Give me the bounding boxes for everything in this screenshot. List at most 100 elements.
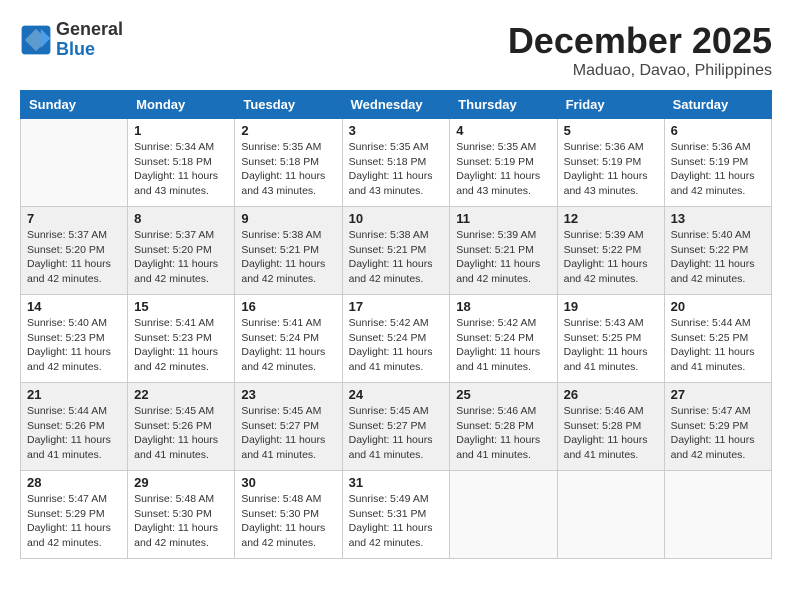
day-number: 3 <box>349 123 444 138</box>
day-number: 11 <box>456 211 550 226</box>
calendar-cell: 26Sunrise: 5:46 AMSunset: 5:28 PMDayligh… <box>557 383 664 471</box>
logo: General Blue <box>20 20 123 60</box>
calendar-cell <box>21 119 128 207</box>
cell-info: Sunrise: 5:35 AMSunset: 5:18 PMDaylight:… <box>241 140 335 199</box>
day-number: 20 <box>671 299 765 314</box>
day-header-friday: Friday <box>557 91 664 119</box>
day-number: 28 <box>27 475 121 490</box>
calendar-cell: 27Sunrise: 5:47 AMSunset: 5:29 PMDayligh… <box>664 383 771 471</box>
cell-info: Sunrise: 5:35 AMSunset: 5:19 PMDaylight:… <box>456 140 550 199</box>
calendar-cell: 12 Sunrise: 5:39 AMSunset: 5:22 PMDayligh… <box>557 207 664 295</box>
day-header-sunday: Sunday <box>21 91 128 119</box>
calendar-cell: 6Sunrise: 5:36 AMSunset: 5:19 PMDaylight… <box>664 119 771 207</box>
cell-info: Sunrise: 5:47 AMSunset: 5:29 PMDaylight:… <box>27 492 121 551</box>
calendar-cell: 20 Sunrise: 5:44 AMSunset: 5:25 PMDayligh… <box>664 295 771 383</box>
calendar-cell <box>664 471 771 559</box>
week-row-1: 1Sunrise: 5:34 AMSunset: 5:18 PMDaylight… <box>21 119 772 207</box>
day-number: 7 <box>27 211 121 226</box>
cell-info: Sunrise: 5:45 AMSunset: 5:26 PMDaylight:… <box>134 404 228 463</box>
day-number: 31 <box>349 475 444 490</box>
day-number: 22 <box>134 387 228 402</box>
calendar-cell: 23 Sunrise: 5:45 AMSunset: 5:27 PMDayligh… <box>235 383 342 471</box>
page-header: General Blue December 2025 Maduao, Davao… <box>20 20 772 80</box>
cell-info: Sunrise: 5:41 AMSunset: 5:24 PMDaylight:… <box>241 316 335 375</box>
day-number: 1 <box>134 123 228 138</box>
calendar-cell: 3Sunrise: 5:35 AMSunset: 5:18 PMDaylight… <box>342 119 450 207</box>
calendar-cell: 2 Sunrise: 5:35 AMSunset: 5:18 PMDaylight… <box>235 119 342 207</box>
day-number: 10 <box>349 211 444 226</box>
day-number: 8 <box>134 211 228 226</box>
cell-info: Sunrise: 5:42 AMSunset: 5:24 PMDaylight:… <box>456 316 550 375</box>
day-header-monday: Monday <box>128 91 235 119</box>
day-number: 17 <box>349 299 444 314</box>
day-number: 16 <box>241 299 335 314</box>
cell-info: Sunrise: 5:42 AMSunset: 5:24 PMDaylight:… <box>349 316 444 375</box>
calendar-cell: 17 Sunrise: 5:42 AMSunset: 5:24 PMDayligh… <box>342 295 450 383</box>
calendar-cell: 31 Sunrise: 5:49 AMSunset: 5:31 PMDayligh… <box>342 471 450 559</box>
day-number: 24 <box>349 387 444 402</box>
cell-info: Sunrise: 5:45 AMSunset: 5:27 PMDaylight:… <box>241 404 335 463</box>
day-header-thursday: Thursday <box>450 91 557 119</box>
cell-info: Sunrise: 5:45 AMSunset: 5:27 PMDaylight:… <box>349 404 444 463</box>
calendar-cell: 1Sunrise: 5:34 AMSunset: 5:18 PMDaylight… <box>128 119 235 207</box>
day-number: 5 <box>564 123 658 138</box>
calendar-cell: 28 Sunrise: 5:47 AMSunset: 5:29 PMDayligh… <box>21 471 128 559</box>
day-number: 4 <box>456 123 550 138</box>
title-section: December 2025 Maduao, Davao, Philippines <box>508 20 772 80</box>
calendar-cell: 25 Sunrise: 5:46 AMSunset: 5:28 PMDayligh… <box>450 383 557 471</box>
calendar-cell: 16 Sunrise: 5:41 AMSunset: 5:24 PMDayligh… <box>235 295 342 383</box>
cell-info: Sunrise: 5:38 AMSunset: 5:21 PMDaylight:… <box>241 228 335 287</box>
day-number: 2 <box>241 123 335 138</box>
calendar-cell: 21 Sunrise: 5:44 AMSunset: 5:26 PMDayligh… <box>21 383 128 471</box>
cell-info: Sunrise: 5:40 AMSunset: 5:22 PMDaylight:… <box>671 228 765 287</box>
location: Maduao, Davao, Philippines <box>508 62 772 80</box>
cell-info: Sunrise: 5:37 AMSunset: 5:20 PMDaylight:… <box>27 228 121 287</box>
calendar-cell: 10 Sunrise: 5:38 AMSunset: 5:21 PMDayligh… <box>342 207 450 295</box>
calendar-cell: 18 Sunrise: 5:42 AMSunset: 5:24 PMDayligh… <box>450 295 557 383</box>
day-number: 21 <box>27 387 121 402</box>
cell-info: Sunrise: 5:37 AMSunset: 5:20 PMDaylight:… <box>134 228 228 287</box>
calendar-cell: 13Sunrise: 5:40 AMSunset: 5:22 PMDayligh… <box>664 207 771 295</box>
calendar-cell: 15 Sunrise: 5:41 AMSunset: 5:23 PMDayligh… <box>128 295 235 383</box>
cell-info: Sunrise: 5:36 AMSunset: 5:19 PMDaylight:… <box>564 140 658 199</box>
cell-info: Sunrise: 5:44 AMSunset: 5:26 PMDaylight:… <box>27 404 121 463</box>
calendar-cell: 30Sunrise: 5:48 AMSunset: 5:30 PMDayligh… <box>235 471 342 559</box>
calendar-cell: 8 Sunrise: 5:37 AMSunset: 5:20 PMDaylight… <box>128 207 235 295</box>
day-number: 9 <box>241 211 335 226</box>
week-row-3: 14Sunrise: 5:40 AMSunset: 5:23 PMDayligh… <box>21 295 772 383</box>
cell-info: Sunrise: 5:49 AMSunset: 5:31 PMDaylight:… <box>349 492 444 551</box>
day-number: 6 <box>671 123 765 138</box>
day-number: 23 <box>241 387 335 402</box>
cell-info: Sunrise: 5:47 AMSunset: 5:29 PMDaylight:… <box>671 404 765 463</box>
day-number: 12 <box>564 211 658 226</box>
day-number: 18 <box>456 299 550 314</box>
calendar-cell: 19 Sunrise: 5:43 AMSunset: 5:25 PMDayligh… <box>557 295 664 383</box>
week-row-4: 21 Sunrise: 5:44 AMSunset: 5:26 PMDayligh… <box>21 383 772 471</box>
calendar-cell: 11 Sunrise: 5:39 AMSunset: 5:21 PMDayligh… <box>450 207 557 295</box>
cell-info: Sunrise: 5:39 AMSunset: 5:22 PMDaylight:… <box>564 228 658 287</box>
calendar-cell: 7 Sunrise: 5:37 AMSunset: 5:20 PMDaylight… <box>21 207 128 295</box>
cell-info: Sunrise: 5:40 AMSunset: 5:23 PMDaylight:… <box>27 316 121 375</box>
calendar-cell: 9 Sunrise: 5:38 AMSunset: 5:21 PMDaylight… <box>235 207 342 295</box>
week-row-5: 28 Sunrise: 5:47 AMSunset: 5:29 PMDayligh… <box>21 471 772 559</box>
day-header-tuesday: Tuesday <box>235 91 342 119</box>
cell-info: Sunrise: 5:44 AMSunset: 5:25 PMDaylight:… <box>671 316 765 375</box>
calendar-cell <box>450 471 557 559</box>
cell-info: Sunrise: 5:38 AMSunset: 5:21 PMDaylight:… <box>349 228 444 287</box>
day-number: 25 <box>456 387 550 402</box>
cell-info: Sunrise: 5:39 AMSunset: 5:21 PMDaylight:… <box>456 228 550 287</box>
day-number: 19 <box>564 299 658 314</box>
cell-info: Sunrise: 5:46 AMSunset: 5:28 PMDaylight:… <box>456 404 550 463</box>
cell-info: Sunrise: 5:41 AMSunset: 5:23 PMDaylight:… <box>134 316 228 375</box>
calendar-cell: 14Sunrise: 5:40 AMSunset: 5:23 PMDayligh… <box>21 295 128 383</box>
calendar-cell: 4 Sunrise: 5:35 AMSunset: 5:19 PMDaylight… <box>450 119 557 207</box>
day-header-wednesday: Wednesday <box>342 91 450 119</box>
week-row-2: 7 Sunrise: 5:37 AMSunset: 5:20 PMDaylight… <box>21 207 772 295</box>
month-year: December 2025 <box>508 20 772 62</box>
calendar-cell: 29Sunrise: 5:48 AMSunset: 5:30 PMDayligh… <box>128 471 235 559</box>
day-header-saturday: Saturday <box>664 91 771 119</box>
day-number: 29 <box>134 475 228 490</box>
cell-info: Sunrise: 5:43 AMSunset: 5:25 PMDaylight:… <box>564 316 658 375</box>
header-row: SundayMondayTuesdayWednesdayThursdayFrid… <box>21 91 772 119</box>
day-number: 15 <box>134 299 228 314</box>
